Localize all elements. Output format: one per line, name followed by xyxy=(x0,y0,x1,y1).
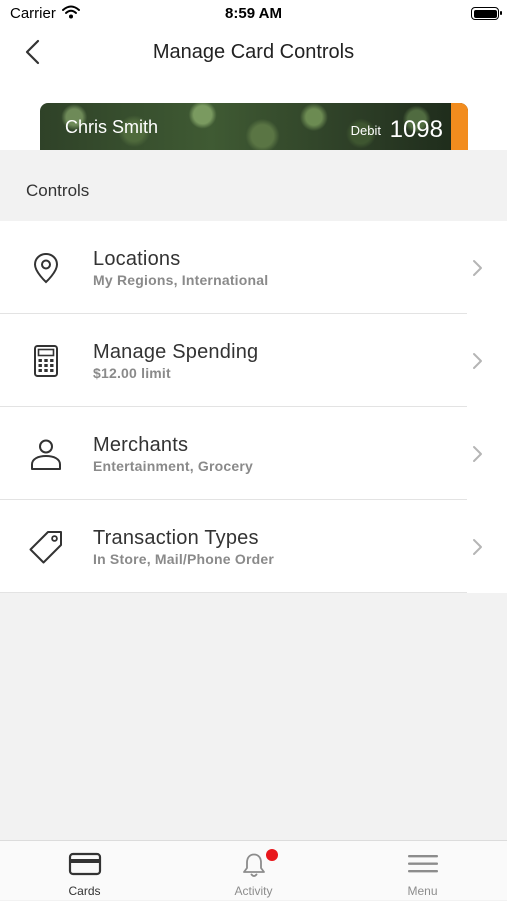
navigation-bar: Manage Card Controls xyxy=(0,28,507,78)
chevron-right-icon xyxy=(471,538,485,556)
notification-badge xyxy=(266,849,278,861)
person-icon xyxy=(26,434,66,474)
control-detail: My Regions, International xyxy=(93,272,269,288)
section-header: Controls xyxy=(0,150,507,220)
control-label: Locations xyxy=(93,248,181,270)
control-label: Transaction Types xyxy=(93,527,259,549)
controls-list: Locations My Regions, International Mana… xyxy=(0,221,507,593)
section-title: Controls xyxy=(26,181,90,200)
card-icon xyxy=(68,851,102,882)
bell-icon xyxy=(240,851,268,884)
page-title: Manage Card Controls xyxy=(152,41,355,63)
chevron-right-icon xyxy=(471,445,485,463)
control-label: Merchants xyxy=(93,434,189,456)
tab-cards[interactable]: Cards xyxy=(0,841,169,901)
hamburger-icon xyxy=(407,851,439,882)
battery-icon xyxy=(471,7,502,20)
card-last-four: 1098 xyxy=(389,116,443,143)
debit-card[interactable]: Chris Smith Debit 1098 xyxy=(40,103,468,150)
header-area: Carrier 8:59 AM Manage Card Controls Chr… xyxy=(0,0,507,150)
control-row-merchants[interactable]: Merchants Entertainment, Grocery xyxy=(0,407,507,500)
card-accent-stripe xyxy=(451,103,468,150)
status-bar: Carrier 8:59 AM xyxy=(0,0,507,28)
location-pin-icon xyxy=(26,248,66,288)
control-detail: Entertainment, Grocery xyxy=(93,458,253,474)
control-row-manage-spending[interactable]: Manage Spending $12.00 limit xyxy=(0,314,507,407)
tab-activity[interactable]: Activity xyxy=(169,841,338,901)
control-row-transaction-types[interactable]: Transaction Types In Store, Mail/Phone O… xyxy=(0,500,507,593)
status-time: 8:59 AM xyxy=(225,5,282,22)
tag-icon xyxy=(26,527,66,567)
control-label: Manage Spending xyxy=(93,341,259,363)
card-holder-name: Chris Smith xyxy=(65,117,159,137)
control-row-locations[interactable]: Locations My Regions, International xyxy=(0,221,507,314)
tab-label: Activity xyxy=(234,884,273,898)
chevron-right-icon xyxy=(471,352,485,370)
tab-label: Cards xyxy=(68,884,101,898)
chevron-right-icon xyxy=(471,259,485,277)
card-type-label: Debit xyxy=(350,123,381,138)
calculator-icon xyxy=(26,341,66,381)
tab-label: Menu xyxy=(407,884,438,898)
tab-bar: Cards Activity Menu xyxy=(0,840,507,900)
tab-menu[interactable]: Menu xyxy=(338,841,507,901)
control-detail: $12.00 limit xyxy=(93,365,171,381)
control-detail: In Store, Mail/Phone Order xyxy=(93,551,275,567)
